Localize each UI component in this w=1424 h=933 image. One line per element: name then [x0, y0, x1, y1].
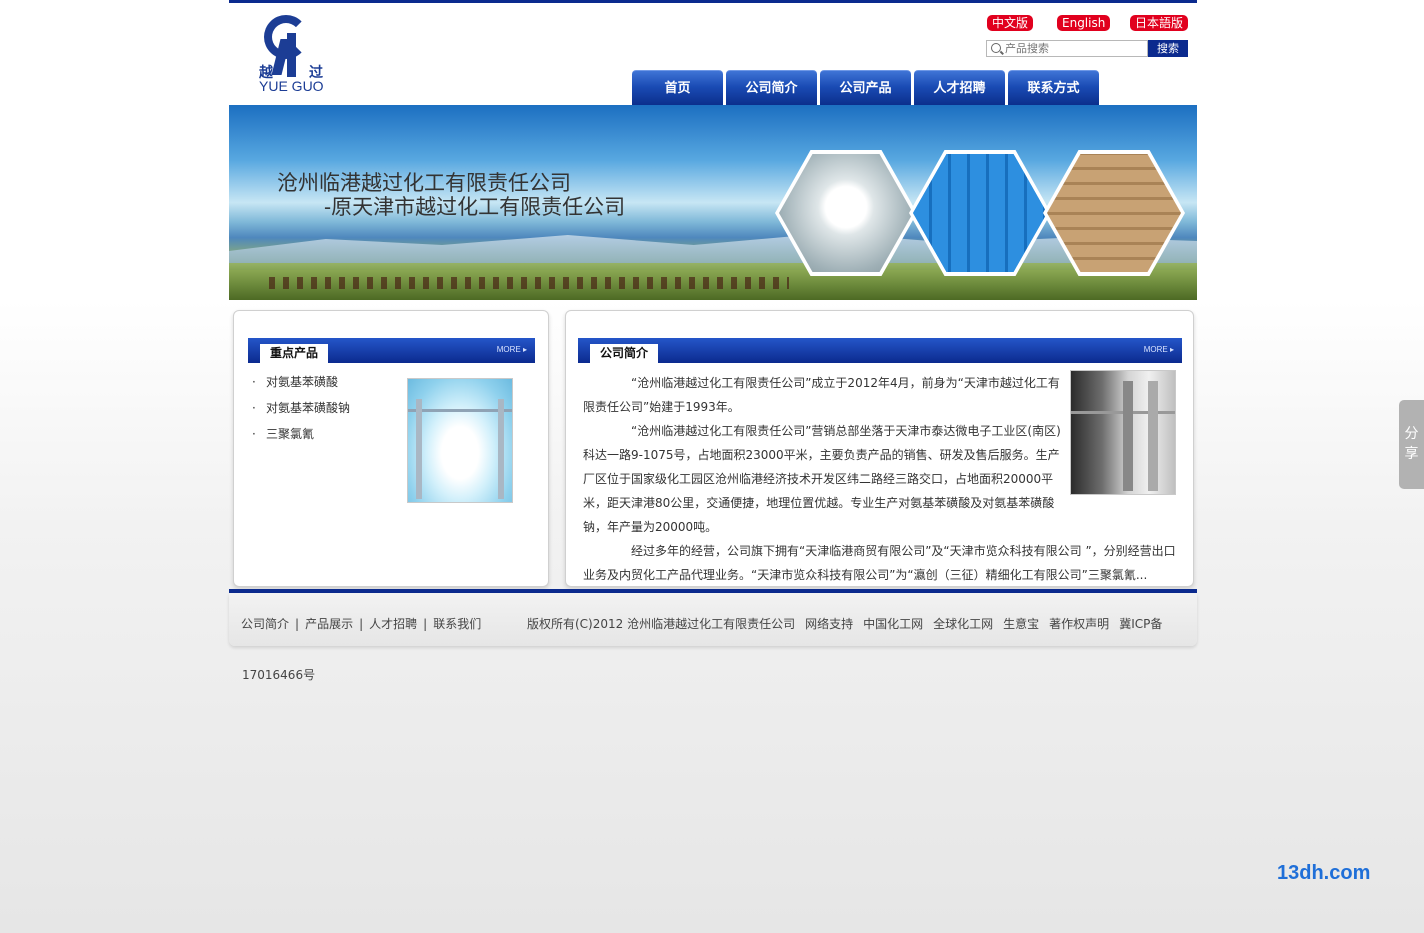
list-item[interactable]: · 对氨基苯磺酸 [252, 373, 350, 399]
banner-horses [269, 277, 789, 289]
product-tank-image[interactable] [407, 378, 513, 503]
banner-subtitle: -原天津市越过化工有限责任公司 [324, 195, 626, 219]
hero-banner: 沧州临港越过化工有限责任公司 -原天津市越过化工有限责任公司 [229, 105, 1197, 300]
list-item[interactable]: · 对氨基苯磺酸钠 [252, 399, 350, 425]
footer-separator: | [359, 617, 364, 631]
banner-mountains [229, 233, 1197, 263]
search-button[interactable]: 搜索 [1148, 40, 1188, 57]
footer-separator: | [295, 617, 300, 631]
footer-link-copyright-notice[interactable]: 著作权声明 [1049, 617, 1109, 631]
footer-link-products[interactable]: 产品展示 [305, 617, 353, 631]
share-button[interactable]: 分 享 [1399, 400, 1424, 489]
copyright-text: 版权所有(C)2012 沧州临港越过化工有限责任公司 [527, 617, 796, 631]
factory-image [1070, 370, 1176, 495]
share-label-2: 享 [1404, 446, 1419, 462]
footer-link-chemnet-global[interactable]: 全球化工网 [933, 617, 993, 631]
nav-about[interactable]: 公司简介 [726, 70, 817, 106]
lang-chinese-button[interactable]: 中文版 [987, 15, 1034, 31]
nav-home[interactable]: 首页 [632, 70, 723, 106]
search-box [986, 40, 1148, 57]
search-icon [991, 43, 1001, 53]
footer-copyright: 版权所有(C)2012 沧州临港越过化工有限责任公司 网络支持 中国化工网 全球化工网… [527, 615, 1172, 632]
products-panel-header: 重点产品 MORE ▸ [248, 338, 535, 363]
logo-stroke-right [287, 33, 296, 77]
footer: 公司简介 | 产品展示 | 人才招聘 | 联系我们 版权所有(C)2012 沧州临港越过化工… [229, 593, 1197, 646]
footer-link-careers[interactable]: 人才招聘 [369, 617, 417, 631]
footer-link-toocle[interactable]: 生意宝 [1003, 617, 1039, 631]
about-paragraph: 经过多年的经营，公司旗下拥有“天津临港商贸有限公司”及“天津市览众科技有限公司 … [583, 544, 1176, 582]
share-label-1: 分 [1404, 426, 1419, 442]
list-item[interactable]: · 三聚氯氰 [252, 425, 350, 451]
lang-japanese-button[interactable]: 日本語版 [1130, 15, 1189, 31]
page: 越 过 YUE GUO 中文版 English 日本語版 搜索 首页 公司简介 … [229, 0, 1197, 933]
about-panel-header: 公司简介 MORE ▸ [578, 338, 1182, 363]
footer-link-about[interactable]: 公司简介 [241, 617, 289, 631]
search-input[interactable] [1005, 41, 1145, 56]
logo-en: YUE GUO [259, 78, 324, 94]
product-link[interactable]: 三聚氯氰 [266, 427, 314, 441]
watermark-logo: 13dh.com [1277, 862, 1371, 884]
nav-products[interactable]: 公司产品 [820, 70, 911, 106]
nav-careers[interactable]: 人才招聘 [914, 70, 1005, 106]
header: 越 过 YUE GUO 中文版 English 日本語版 搜索 首页 公司简介 … [229, 3, 1197, 106]
products-panel-title: 重点产品 [260, 344, 329, 363]
product-link[interactable]: 对氨基苯磺酸 [266, 375, 338, 389]
footer-icp-prefix[interactable]: 冀ICP备 [1119, 617, 1162, 631]
about-panel-title: 公司简介 [590, 344, 659, 363]
footer-link-contact[interactable]: 联系我们 [433, 617, 481, 631]
icp-number: 17016466号 [242, 668, 316, 682]
about-more-link[interactable]: MORE ▸ [1144, 345, 1174, 355]
footer-link-chemnet-cn[interactable]: 中国化工网 [863, 617, 923, 631]
lang-english-button[interactable]: English [1057, 15, 1111, 31]
nav-contact[interactable]: 联系方式 [1008, 70, 1099, 106]
about-panel: 公司简介 MORE ▸ “沧州临港越过化工有限责任公司”成立于2012年4月，前… [565, 310, 1194, 587]
footer-link-support[interactable]: 网络支持 [805, 617, 853, 631]
company-logo[interactable]: 越 过 YUE GUO [259, 13, 339, 95]
footer-separator: | [423, 617, 428, 631]
product-list: · 对氨基苯磺酸 · 对氨基苯磺酸钠 · 三聚氯氰 [252, 373, 350, 451]
products-more-link[interactable]: MORE ▸ [497, 345, 527, 355]
product-link[interactable]: 对氨基苯磺酸钠 [266, 401, 350, 415]
footer-links: 公司简介 | 产品展示 | 人才招聘 | 联系我们 [241, 615, 481, 632]
products-panel: 重点产品 MORE ▸ · 对氨基苯磺酸 · 对氨基苯磺酸钠 · 三聚氯氰 [233, 310, 549, 587]
